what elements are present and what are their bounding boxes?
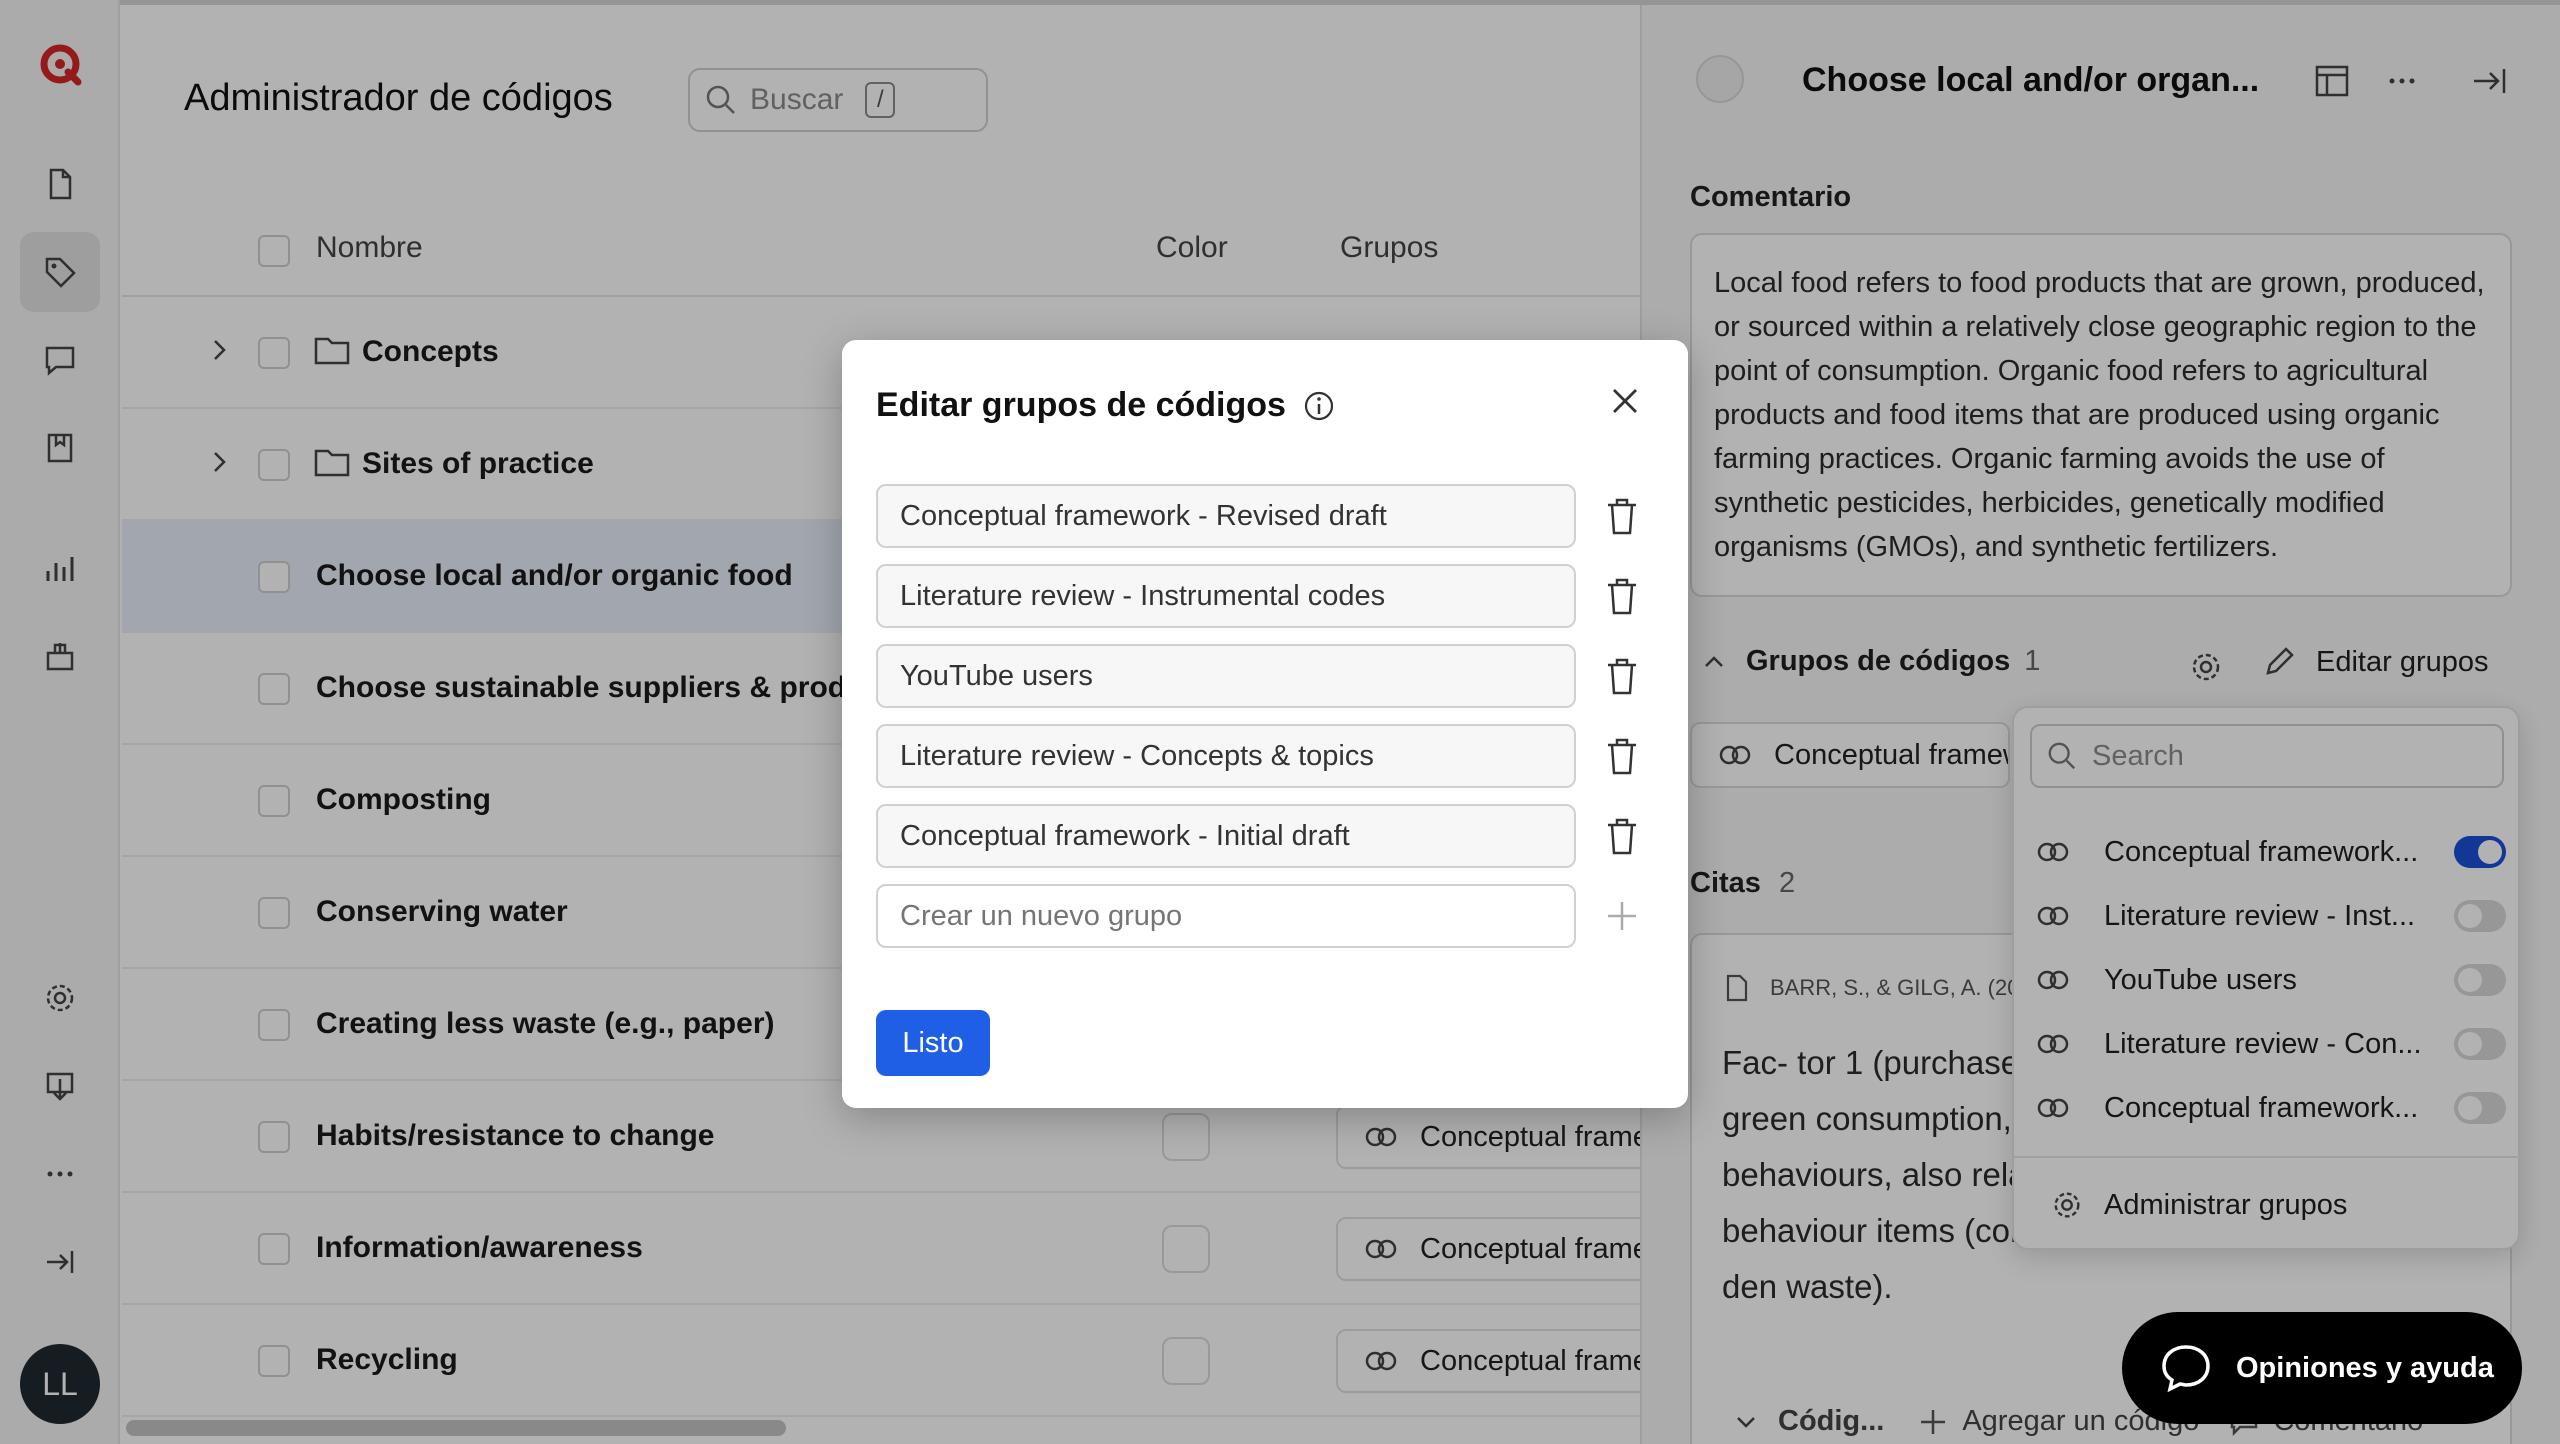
group-name-input[interactable]: [876, 484, 1576, 548]
info-icon[interactable]: [1302, 389, 1336, 423]
plus-icon[interactable]: [1604, 898, 1640, 934]
edit-code-groups-dialog: Editar grupos de códigos Listo: [842, 340, 1688, 1108]
trash-icon[interactable]: [1604, 736, 1640, 776]
group-name-input[interactable]: [876, 644, 1576, 708]
trash-icon[interactable]: [1604, 656, 1640, 696]
dialog-title: Editar grupos de códigos: [876, 386, 1336, 425]
trash-icon[interactable]: [1604, 816, 1640, 856]
feedback-label: Opiniones y ayuda: [2236, 1351, 2494, 1384]
trash-icon[interactable]: [1604, 576, 1640, 616]
group-name-input[interactable]: [876, 724, 1576, 788]
new-group-input[interactable]: [876, 884, 1576, 948]
group-name-input[interactable]: [876, 564, 1576, 628]
trash-icon[interactable]: [1604, 496, 1640, 536]
chat-bubble-icon: [2162, 1345, 2210, 1393]
done-button[interactable]: Listo: [876, 1010, 990, 1076]
feedback-button[interactable]: Opiniones y ayuda: [2122, 1312, 2522, 1424]
close-icon[interactable]: [1604, 380, 1646, 422]
group-name-input[interactable]: [876, 804, 1576, 868]
dialog-title-text: Editar grupos de códigos: [876, 386, 1286, 424]
